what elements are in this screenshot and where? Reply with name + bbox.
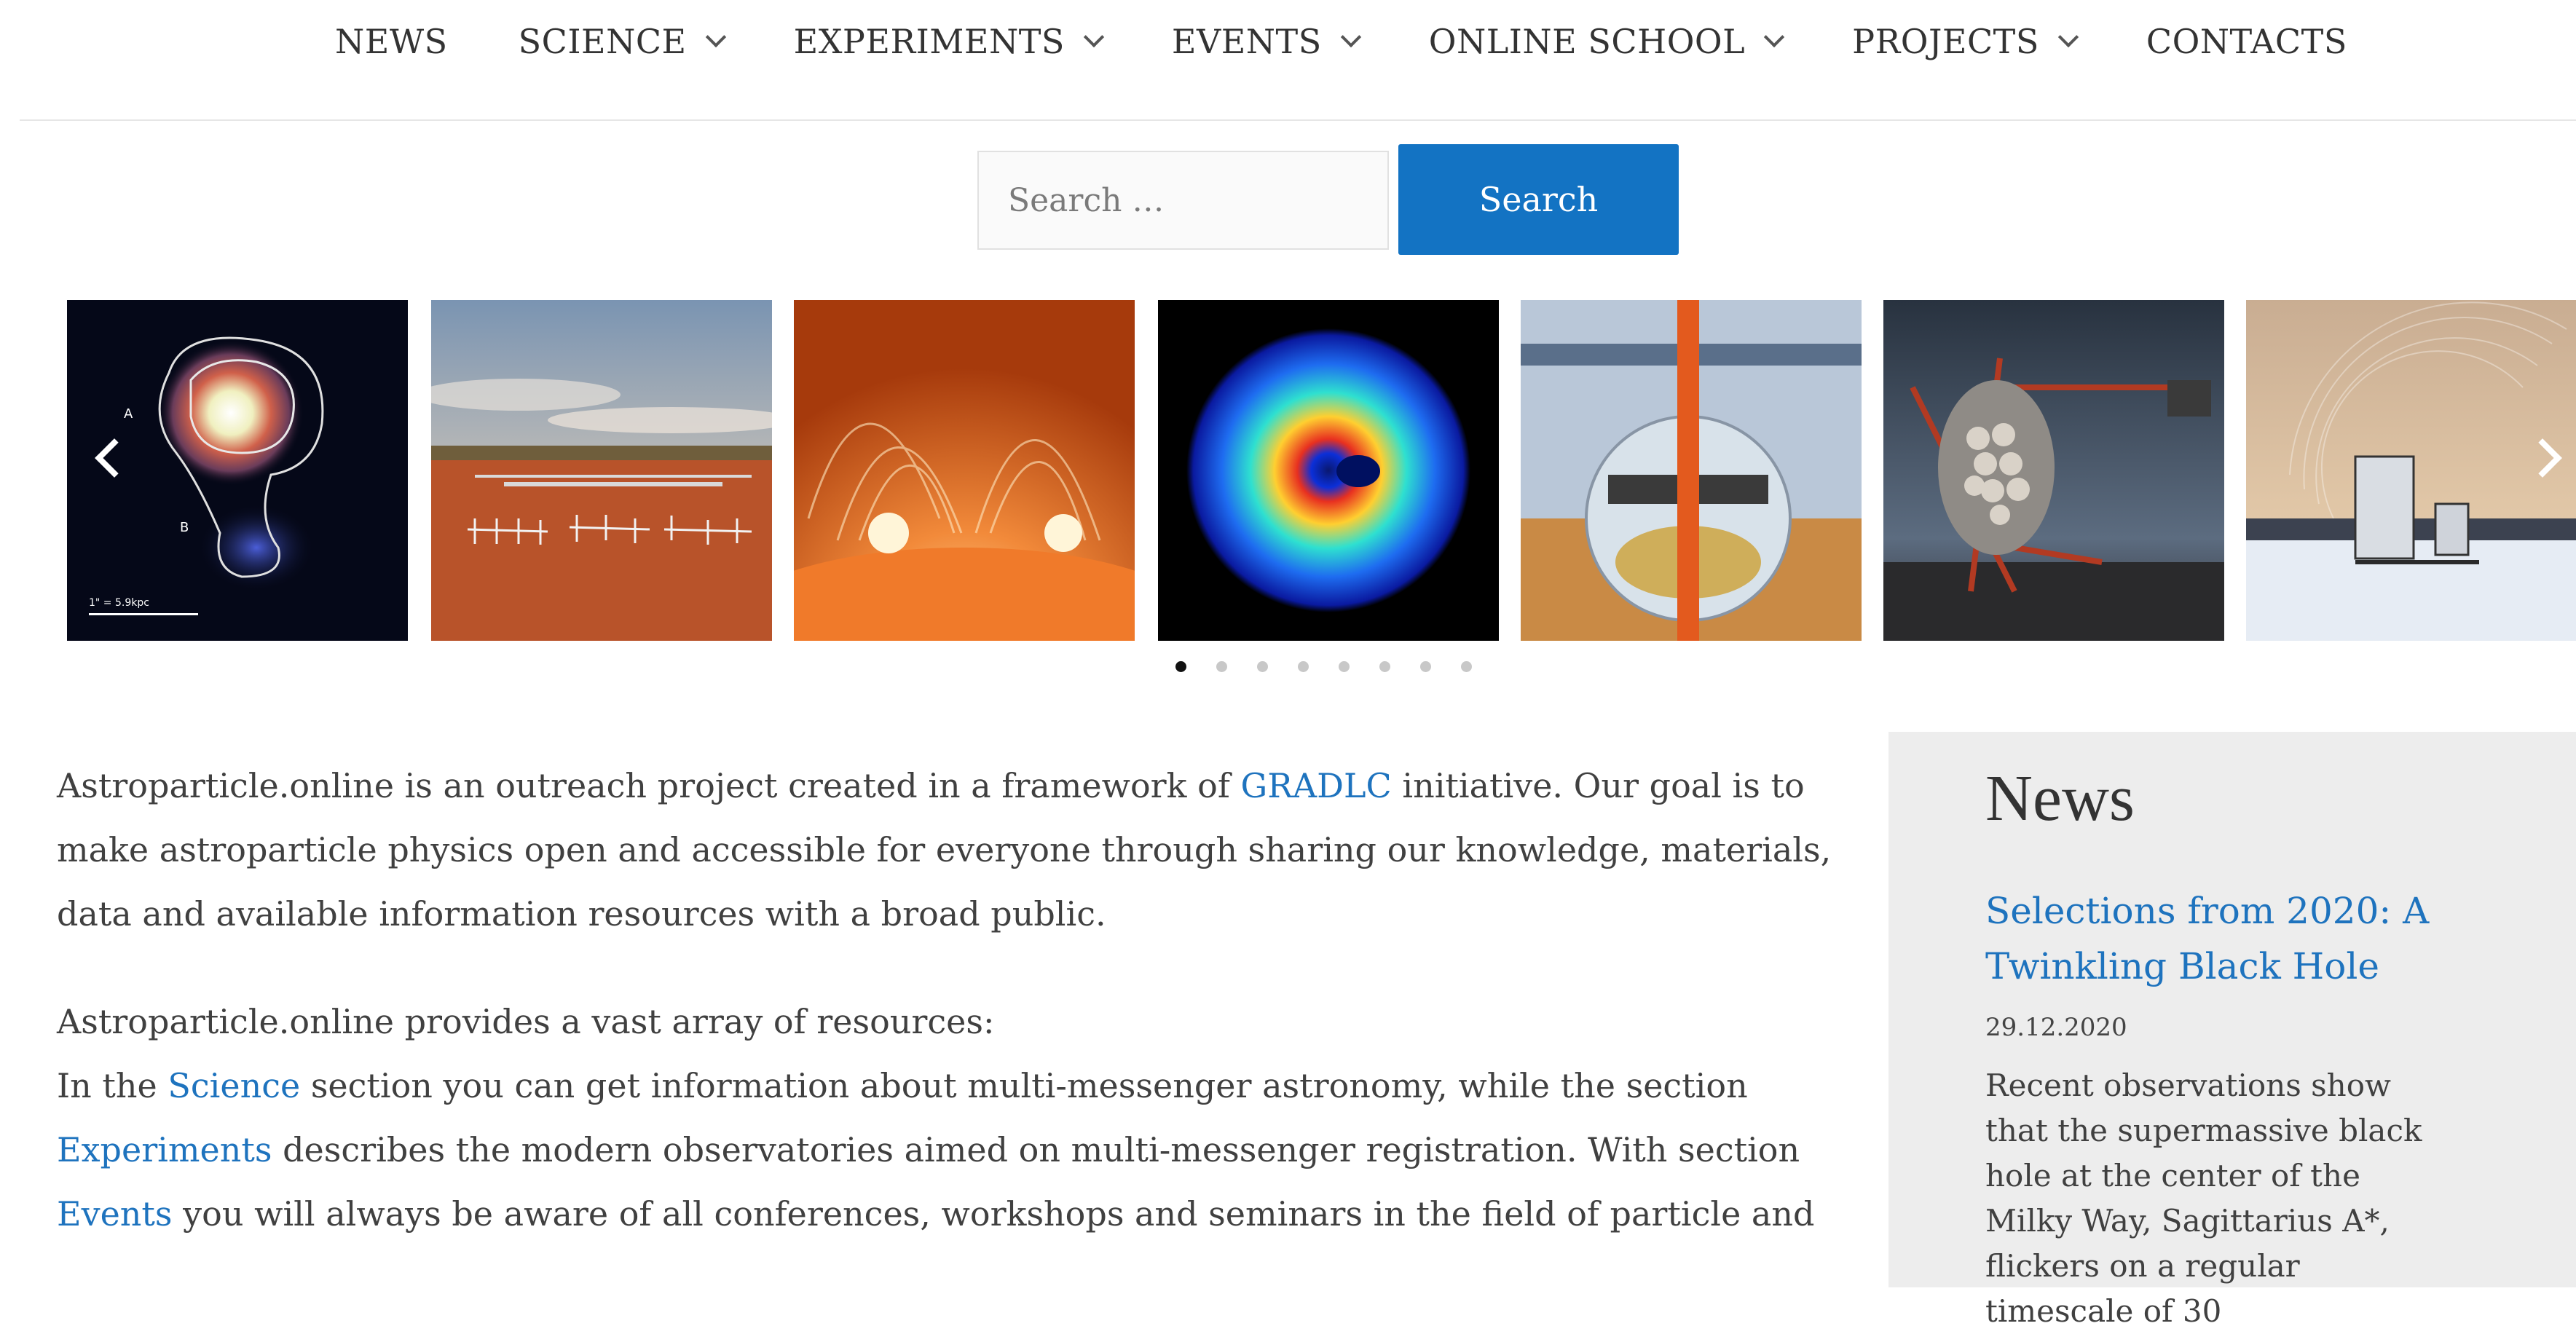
nav-label: ONLINE SCHOOL (1428, 22, 1746, 61)
scale-label: 1" = 5.9kpc (89, 597, 149, 609)
chevron-down-icon (1340, 26, 1361, 48)
carousel-dot-5[interactable] (1339, 661, 1350, 672)
news-article-date: 29.12.2020 (1985, 1013, 2127, 1042)
black-hole-image (1158, 300, 1499, 641)
nav-label: SCIENCE (518, 22, 687, 61)
chevron-down-icon (2057, 26, 2079, 48)
news-sidebar: News Selections from 2020: A Twinkling B… (1888, 732, 2576, 1329)
optical-module-image (1521, 300, 1862, 641)
nav-item-experiments[interactable]: EXPERIMENTS (793, 22, 1105, 61)
nav-item-news[interactable]: NEWS (335, 22, 448, 61)
chevron-down-icon (1083, 26, 1105, 48)
solar-surface-image (794, 300, 1135, 641)
slide-optical-module[interactable] (1521, 300, 1862, 641)
intro-paragraph: Astroparticle.online is an outreach proj… (57, 754, 1863, 946)
carousel-dot-4[interactable] (1298, 661, 1309, 672)
resources-text: describes the modern observatories aimed… (272, 1130, 1800, 1169)
slide-solar-surface[interactable] (794, 300, 1135, 641)
carousel-dot-3[interactable] (1257, 661, 1268, 672)
slide-observatory-night[interactable] (2246, 300, 2576, 641)
nav-label: NEWS (335, 22, 448, 61)
nav-item-online-school[interactable]: ONLINE SCHOOL (1428, 22, 1785, 61)
antenna-field-image (431, 300, 772, 641)
carousel-dot-1[interactable] (1175, 661, 1186, 672)
intro-text: Astroparticle.online is an outreach proj… (57, 766, 1241, 805)
news-article-link[interactable]: Selections from 2020: A Twinkling Black … (1985, 883, 2437, 994)
main-content: Astroparticle.online is an outreach proj… (57, 754, 1863, 1246)
marker-b: B (180, 520, 189, 535)
chevron-down-icon (705, 26, 726, 48)
news-heading: News (1985, 762, 2135, 834)
nav-item-science[interactable]: SCIENCE (518, 22, 726, 61)
science-link[interactable]: Science (168, 1066, 300, 1105)
nav-item-projects[interactable]: PROJECTS (1852, 22, 2079, 61)
carousel-dot-2[interactable] (1216, 661, 1227, 672)
resources-text: you will always be aware of all conferen… (172, 1194, 1815, 1234)
events-link[interactable]: Events (57, 1194, 173, 1234)
main-navigation: NEWS SCIENCE EXPERIMENTS EVENTS ONLINE S… (0, 0, 2576, 92)
nav-label: CONTACTS (2146, 22, 2347, 61)
marker-a: A (124, 406, 133, 422)
slide-antenna-field[interactable] (431, 300, 772, 641)
experiments-link[interactable]: Experiments (57, 1130, 272, 1169)
resources-text: section you can get information about mu… (300, 1066, 1748, 1105)
carousel-dots (1175, 661, 1502, 672)
nav-label: EXPERIMENTS (793, 22, 1065, 61)
carousel-dot-8[interactable] (1461, 661, 1472, 672)
slide-telescope[interactable] (1883, 300, 2224, 641)
gradlc-link[interactable]: GRADLC (1241, 766, 1392, 805)
resources-paragraph: In the Science section you can get infor… (57, 1054, 1863, 1246)
search-input[interactable] (977, 151, 1389, 250)
nav-item-contacts[interactable]: CONTACTS (2146, 22, 2347, 61)
search-button[interactable]: Search (1398, 144, 1679, 255)
slide-black-hole[interactable] (1158, 300, 1499, 641)
nav-label: EVENTS (1171, 22, 1322, 61)
resources-text: In the (57, 1066, 168, 1105)
carousel-dot-7[interactable] (1420, 661, 1431, 672)
chevron-down-icon (1764, 26, 1785, 48)
observatory-night-image (2246, 300, 2576, 641)
carousel-dot-6[interactable] (1379, 661, 1390, 672)
nav-divider (20, 119, 2576, 121)
nav-item-events[interactable]: EVENTS (1171, 22, 1361, 61)
news-article-excerpt: Recent observations show that the superm… (1985, 1067, 2422, 1329)
nav-label: PROJECTS (1852, 22, 2039, 61)
resources-intro: Astroparticle.online provides a vast arr… (57, 1002, 995, 1041)
nav-menu: NEWS SCIENCE EXPERIMENTS EVENTS ONLINE S… (335, 22, 2347, 61)
telescope-image (1883, 300, 2224, 641)
